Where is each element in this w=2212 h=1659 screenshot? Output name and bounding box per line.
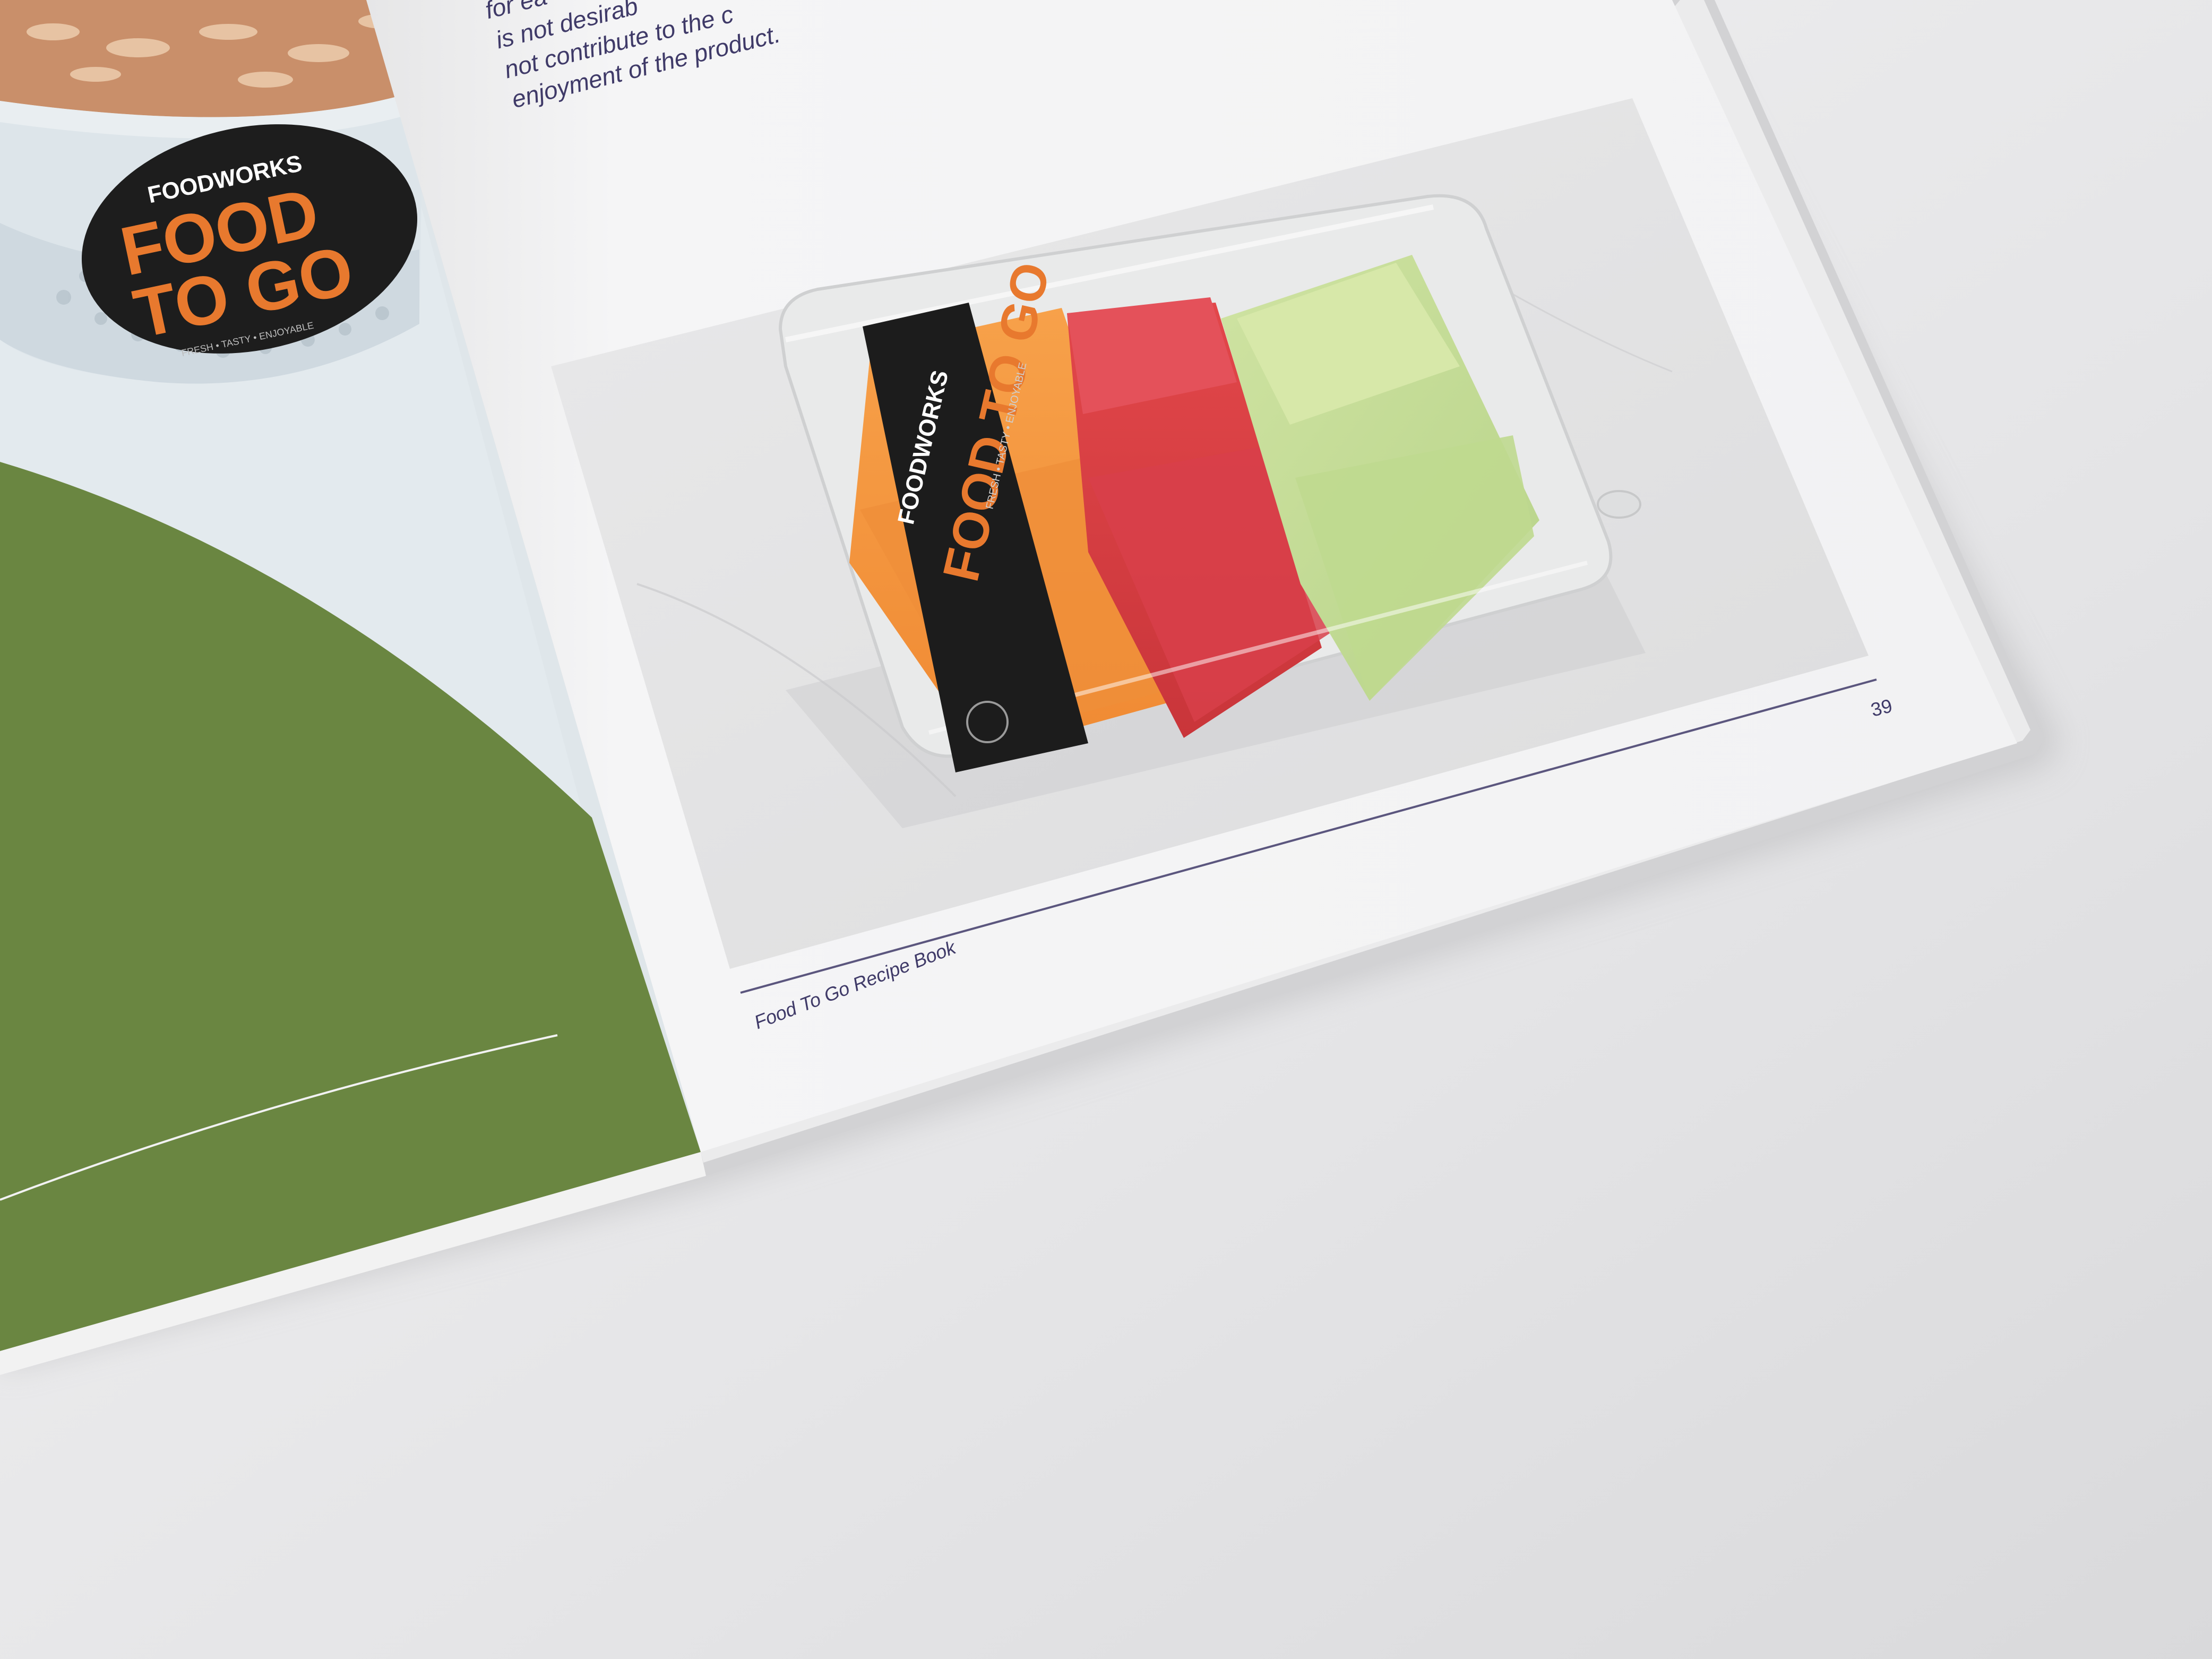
- magazine-scene: FOODWORKS FOOD TO GO FRESH • TASTY • ENJ…: [0, 0, 2212, 1659]
